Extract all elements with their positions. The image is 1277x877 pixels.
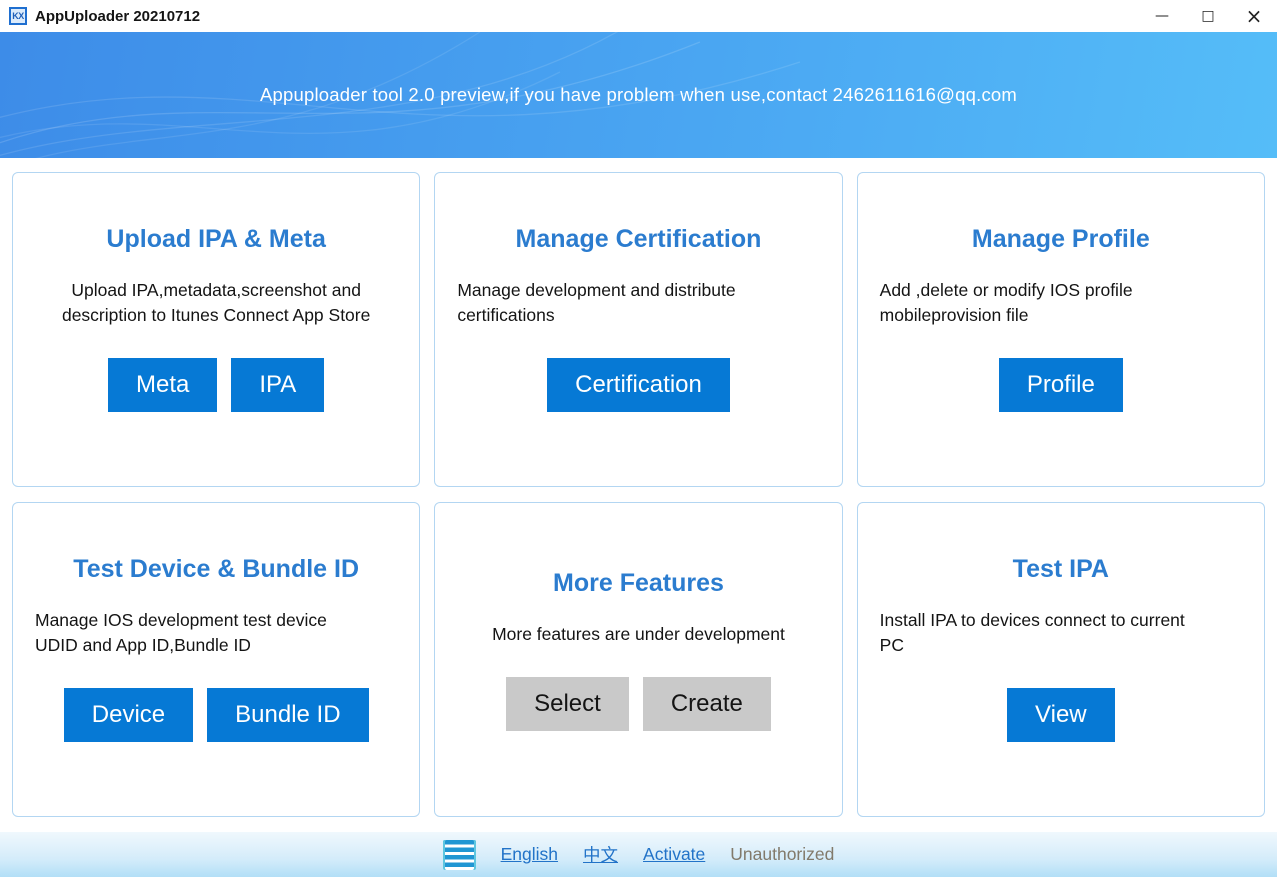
footer-link-chinese[interactable]: 中文 bbox=[583, 842, 618, 867]
footer: English 中文 Activate Unauthorized bbox=[0, 832, 1277, 877]
profile-button[interactable]: Profile bbox=[999, 358, 1123, 412]
card-description: Add ,delete or modify IOS profile mobile… bbox=[880, 278, 1133, 328]
card-title: Test Device & Bundle ID bbox=[73, 555, 359, 584]
minimize-icon[interactable]: — bbox=[1139, 0, 1185, 32]
card-buttons: View bbox=[1007, 688, 1115, 742]
meta-button[interactable]: Meta bbox=[108, 358, 217, 412]
window-controls: — □ × bbox=[1139, 0, 1277, 32]
card-description: Install IPA to devices connect to curren… bbox=[880, 608, 1185, 658]
card-description: More features are under development bbox=[492, 622, 785, 647]
card-buttons: Select Create bbox=[506, 677, 771, 731]
card-buttons: Device Bundle ID bbox=[64, 688, 369, 742]
card-title: Manage Profile bbox=[972, 225, 1150, 254]
select-button[interactable]: Select bbox=[506, 677, 629, 731]
footer-link-activate[interactable]: Activate bbox=[643, 844, 705, 865]
close-icon[interactable]: × bbox=[1231, 0, 1277, 32]
create-button[interactable]: Create bbox=[643, 677, 771, 731]
card-manage-certification: Manage Certification Manage development … bbox=[434, 172, 842, 487]
card-manage-profile: Manage Profile Add ,delete or modify IOS… bbox=[857, 172, 1265, 487]
card-title: Manage Certification bbox=[516, 225, 762, 254]
footer-link-english[interactable]: English bbox=[501, 844, 558, 865]
titlebar: KX AppUploader 20210712 — □ × bbox=[0, 0, 1277, 32]
menu-icon[interactable] bbox=[443, 840, 476, 870]
bundle-id-button[interactable]: Bundle ID bbox=[207, 688, 368, 742]
window-title: AppUploader 20210712 bbox=[35, 8, 200, 25]
card-more-features: More Features More features are under de… bbox=[434, 502, 842, 817]
card-test-device-bundle-id: Test Device & Bundle ID Manage IOS devel… bbox=[12, 502, 420, 817]
maximize-icon[interactable]: □ bbox=[1185, 0, 1231, 32]
card-description: Upload IPA,metadata,screenshot and descr… bbox=[62, 278, 370, 328]
card-test-ipa: Test IPA Install IPA to devices connect … bbox=[857, 502, 1265, 817]
banner: Appuploader tool 2.0 preview,if you have… bbox=[0, 32, 1277, 158]
app-window: KX AppUploader 20210712 — □ × Appuploade… bbox=[0, 0, 1277, 877]
card-title: More Features bbox=[553, 569, 724, 598]
card-buttons: Profile bbox=[999, 358, 1123, 412]
authorization-status: Unauthorized bbox=[730, 844, 834, 865]
card-description: Manage IOS development test device UDID … bbox=[35, 608, 327, 658]
certification-button[interactable]: Certification bbox=[547, 358, 730, 412]
card-title: Test IPA bbox=[1013, 555, 1109, 584]
banner-message: Appuploader tool 2.0 preview,if you have… bbox=[260, 84, 1017, 106]
ipa-button[interactable]: IPA bbox=[231, 358, 324, 412]
cards-grid: Upload IPA & Meta Upload IPA,metadata,sc… bbox=[0, 158, 1277, 832]
device-button[interactable]: Device bbox=[64, 688, 193, 742]
view-button[interactable]: View bbox=[1007, 688, 1115, 742]
card-upload-ipa-meta: Upload IPA & Meta Upload IPA,metadata,sc… bbox=[12, 172, 420, 487]
app-logo-icon: KX bbox=[9, 7, 27, 25]
card-description: Manage development and distribute certif… bbox=[457, 278, 735, 328]
card-title: Upload IPA & Meta bbox=[106, 225, 325, 254]
card-buttons: Meta IPA bbox=[108, 358, 324, 412]
card-buttons: Certification bbox=[547, 358, 730, 412]
